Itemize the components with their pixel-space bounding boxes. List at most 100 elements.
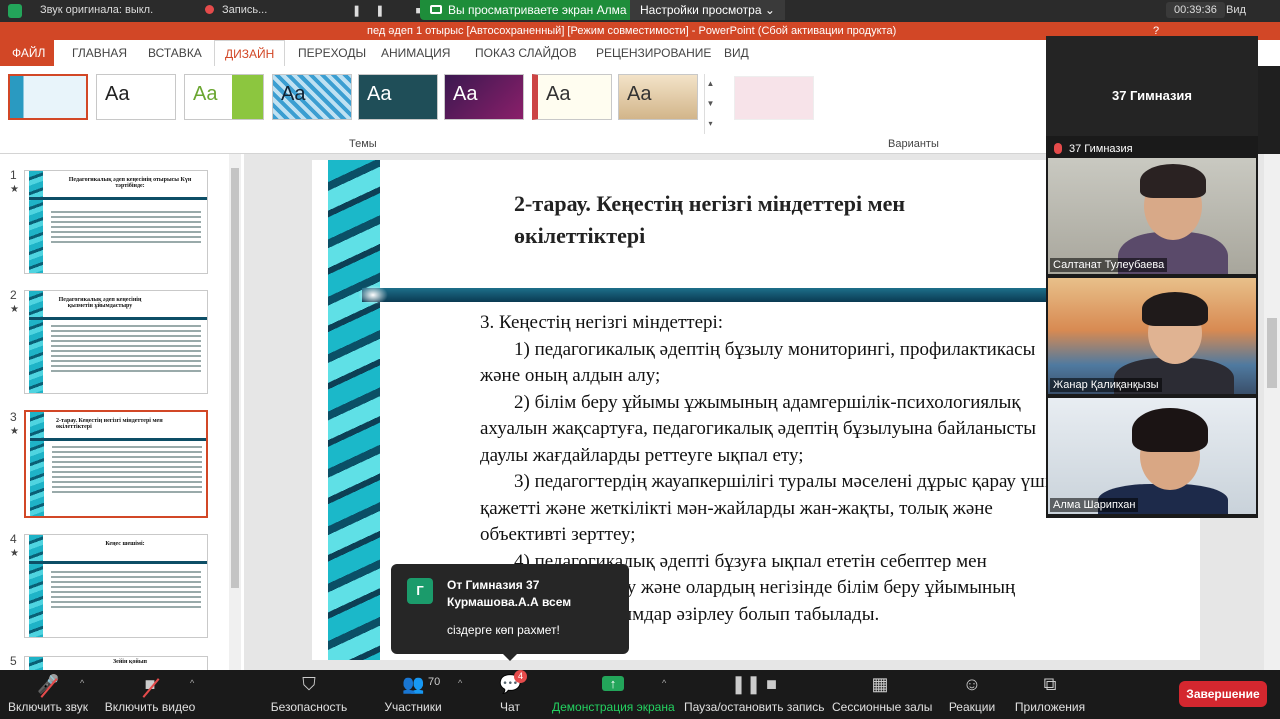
muted-mic-icon xyxy=(1054,143,1062,154)
editor-scrollbar[interactable] xyxy=(1264,154,1280,670)
breakout-grid-icon: ▦ xyxy=(871,674,889,694)
variant-thumbnail[interactable] xyxy=(734,76,814,120)
thumb-bar xyxy=(29,317,207,320)
tab-design[interactable]: ДИЗАЙН xyxy=(214,40,286,66)
reactions-button[interactable]: ☺ Реакции xyxy=(944,670,1000,719)
slide-number: 1 xyxy=(10,168,17,182)
meeting-timer: 00:39:36 xyxy=(1166,2,1225,18)
theme-retrospect[interactable]: Aa xyxy=(532,74,612,120)
chat-button[interactable]: 💬 4 Чат xyxy=(488,670,532,719)
theme-current[interactable] xyxy=(8,74,88,120)
chevron-up-icon[interactable]: ^ xyxy=(190,678,194,688)
themes-gallery-scroll[interactable]: ▲ ▼ ▾ xyxy=(704,74,716,134)
thumbnails-scrollbar[interactable] xyxy=(229,154,241,670)
unmute-label: Включить звук xyxy=(7,700,89,714)
participant-video-tile[interactable]: Алма Шарипхан xyxy=(1048,398,1256,514)
slide-light-flare xyxy=(358,285,388,305)
thumb-strip-art xyxy=(29,535,43,637)
participant-video-tile[interactable]: Жанар Қалиқанқызы xyxy=(1048,278,1256,394)
slide-thumbnail-4[interactable]: Кеңес шешімі: xyxy=(24,534,208,638)
apps-button[interactable]: ⧉ Приложения xyxy=(1012,670,1088,719)
tab-review[interactable]: РЕЦЕНЗИРОВАНИЕ xyxy=(596,40,711,66)
participants-count: 70 xyxy=(428,676,441,688)
variants-group-label: Варианты xyxy=(888,138,939,150)
scrollbar-thumb[interactable] xyxy=(1267,318,1277,388)
record-dot-icon xyxy=(205,5,214,14)
participant-name: Жанар Қалиқанқызы xyxy=(1050,378,1162,392)
shield-icon: ⛉ xyxy=(302,674,316,694)
chevron-up-icon[interactable]: ^ xyxy=(662,678,666,688)
thumb-text-lines xyxy=(51,325,201,375)
security-button[interactable]: ⛉ Безопасность xyxy=(266,670,352,719)
pause-stop-recording-button[interactable]: ❚❚ ■ Пауза/остановить запись xyxy=(684,670,824,719)
animation-star-icon: ★ xyxy=(10,184,19,195)
screen-share-icon xyxy=(430,5,442,14)
reactions-label: Реакции xyxy=(948,700,996,714)
scrollbar-thumb[interactable] xyxy=(231,168,239,588)
gallery-down-icon[interactable]: ▼ xyxy=(705,94,716,114)
tab-home[interactable]: ГЛАВНАЯ xyxy=(72,40,127,66)
tab-file[interactable]: ФАЙЛ xyxy=(0,40,54,66)
apps-icon: ⧉ xyxy=(1043,674,1057,694)
slide-paragraph: 3. Кеңестің негізгі міндеттері: xyxy=(480,312,724,333)
slide-number: 4 xyxy=(10,532,17,546)
slide-paragraph: 1) педагогикалық әдептің бұзылу монитори… xyxy=(480,338,1036,387)
chat-message: сіздерге көп рахмет! xyxy=(447,623,560,637)
participant-name: Алма Шарипхан xyxy=(1050,498,1139,512)
security-label: Безопасность xyxy=(270,700,348,714)
chevron-up-icon[interactable]: ^ xyxy=(458,678,462,688)
share-screen-icon: ↑ xyxy=(602,676,624,691)
slide-title[interactable]: 2-тарау. Кеңестің негізгі міндеттері мен… xyxy=(514,188,1014,252)
slide-thumbnail-2[interactable]: Педагогикалық әдеп кеңесінің қызметін ұй… xyxy=(24,290,208,394)
start-video-button[interactable]: ■ ^ Включить видео xyxy=(100,670,200,719)
view-menu-button[interactable]: Вид xyxy=(1226,4,1246,16)
microphone-muted-icon: 🎤 xyxy=(37,674,59,698)
view-options-button[interactable]: Настройки просмотра ⌄ xyxy=(630,0,785,20)
participant-name: 37 Гимназия xyxy=(1069,143,1133,155)
tab-view[interactable]: ВИД xyxy=(724,40,749,66)
tab-slideshow[interactable]: ПОКАЗ СЛАЙДОВ xyxy=(475,40,577,66)
themes-group-label: Темы xyxy=(349,138,377,150)
theme-ion[interactable]: Aa xyxy=(358,74,438,120)
chat-notification[interactable]: Г От Гимназия 37 Курмашова.А.А всем сізд… xyxy=(391,564,629,661)
slide-number: 5 xyxy=(10,654,17,668)
tab-insert[interactable]: ВСТАВКА xyxy=(148,40,202,66)
end-meeting-button[interactable]: Завершение xyxy=(1179,681,1267,707)
chat-sender: От Гимназия 37 Курмашова.А.А всем xyxy=(447,578,572,609)
participants-button[interactable]: 👥 70 ^ Участники xyxy=(378,670,462,719)
apps-label: Приложения xyxy=(1014,700,1086,714)
gallery-more-icon[interactable]: ▾ xyxy=(705,114,716,134)
share-screen-button[interactable]: ↑ ^ Демонстрация экрана xyxy=(552,670,675,719)
host-name-tile[interactable]: 37 Гимназия xyxy=(1046,36,1258,136)
participant-hair xyxy=(1142,292,1208,326)
participant-video-tile[interactable]: Салтанат Тулеубаева xyxy=(1048,158,1256,274)
theme-pattern[interactable]: Aa xyxy=(272,74,352,120)
theme-organic[interactable]: Aa xyxy=(444,74,524,120)
slide-thumbnail-3-selected[interactable]: 2-тарау. Кеңестің негізгі міндеттері мен… xyxy=(24,410,208,518)
pause-stop-icon: ❚❚ ■ xyxy=(730,674,778,694)
pause-stop-label: Пауза/остановить запись xyxy=(684,700,825,714)
thumb-strip-art xyxy=(30,412,44,516)
chevron-up-icon[interactable]: ^ xyxy=(80,678,84,688)
thumb-strip-art xyxy=(29,291,43,393)
theme-wood[interactable]: Aa xyxy=(618,74,698,120)
unmute-button[interactable]: 🎤 ^ Включить звук xyxy=(0,670,96,719)
participant-tile[interactable]: 37 Гимназия xyxy=(1048,140,1256,158)
tab-transitions[interactable]: ПЕРЕХОДЫ xyxy=(298,40,366,66)
participants-label: Участники xyxy=(384,700,442,714)
slide-thumbnail-1[interactable]: Педагогикалық әдеп кеңесінің отырысы Күн… xyxy=(24,170,208,274)
thumb-title: Педагогикалық әдеп кеңесінің отырысы Күн… xyxy=(68,177,192,189)
chat-unread-badge: 4 xyxy=(514,670,528,683)
screen: Звук оригинала: выкл. Запись... ❚❚ ■ Вы … xyxy=(0,0,1280,719)
thumb-title: Кеңес шешімі: xyxy=(105,541,145,547)
original-audio-toggle[interactable]: Звук оригинала: выкл. xyxy=(40,4,153,16)
tab-animations[interactable]: АНИМАЦИЯ xyxy=(381,40,450,66)
participant-hair xyxy=(1140,164,1206,198)
theme-facet[interactable]: Aa xyxy=(184,74,264,120)
theme-office[interactable]: Aa xyxy=(96,74,176,120)
participant-hair xyxy=(1132,408,1208,452)
breakout-rooms-button[interactable]: ▦ Сессионные залы xyxy=(832,670,933,719)
gallery-up-icon[interactable]: ▲ xyxy=(705,74,716,94)
thumb-title: 2-тарау. Кеңестің негізгі міндеттері мен… xyxy=(56,418,163,430)
breakout-label: Сессионные залы xyxy=(832,700,933,714)
